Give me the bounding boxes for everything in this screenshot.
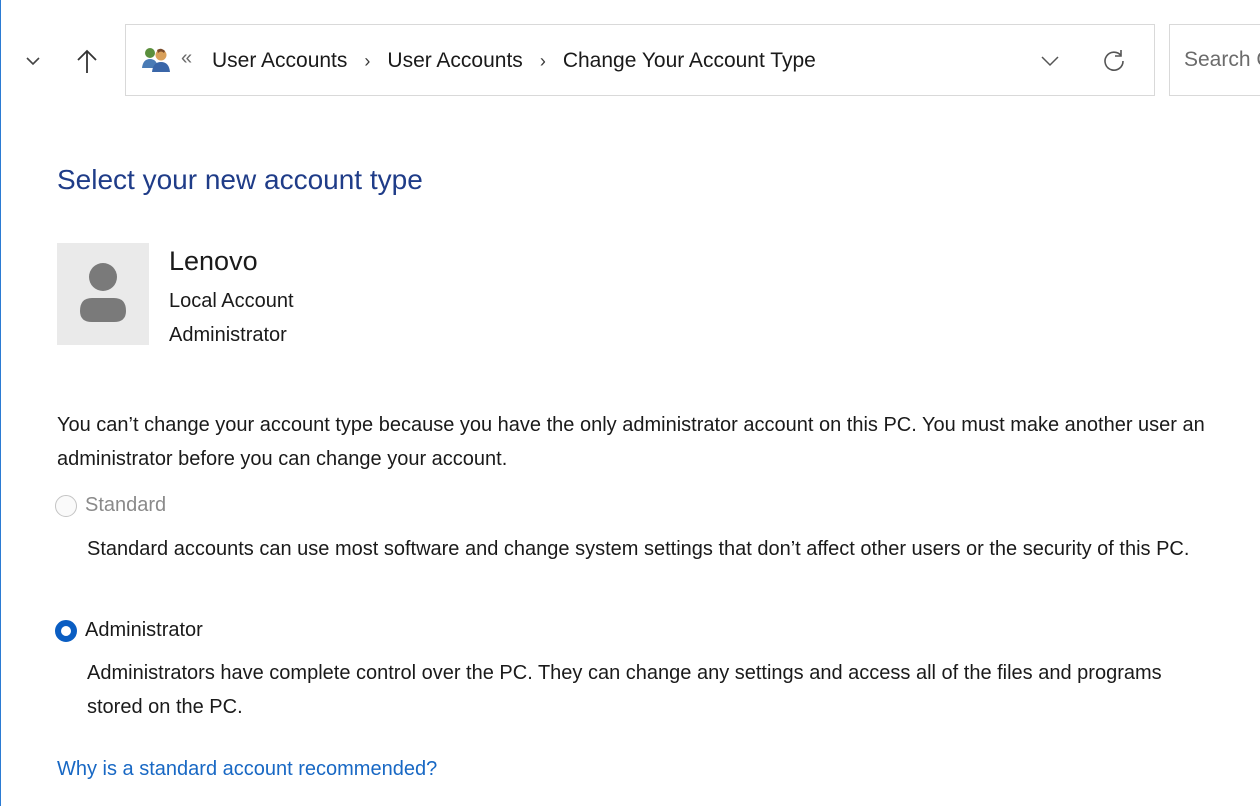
refresh-icon [1104, 50, 1124, 71]
breadcrumb-item-user-accounts-sub[interactable]: User Accounts [387, 49, 522, 73]
user-name: Lenovo [169, 246, 258, 276]
up-button[interactable] [67, 42, 107, 80]
user-account-type: Local Account [169, 290, 294, 312]
refresh-button[interactable] [1094, 41, 1134, 81]
standard-description: Standard accounts can use most software … [87, 538, 1190, 560]
user-accounts-icon [142, 48, 170, 72]
navigation-bar: « User Accounts › User Accounts › Change… [1, 0, 1260, 124]
breadcrumb-separator[interactable]: › [540, 51, 546, 72]
notice-text: You can’t change your account type becau… [57, 414, 1205, 470]
search-input[interactable] [1170, 25, 1260, 95]
search-box[interactable] [1169, 24, 1260, 96]
breadcrumb-item-user-accounts[interactable]: User Accounts [212, 49, 347, 73]
breadcrumb: User Accounts › User Accounts › Change Y… [212, 25, 816, 97]
radio-administrator-circle[interactable] [55, 619, 77, 642]
arrow-up-icon [77, 49, 97, 73]
breadcrumb-overflow[interactable]: « [181, 47, 192, 70]
chevron-down-icon [26, 57, 40, 66]
recent-locations-button[interactable] [15, 42, 51, 80]
page-title: Select your new account type [57, 164, 423, 195]
chevron-down-icon [1041, 56, 1059, 67]
breadcrumb-separator[interactable]: › [364, 51, 370, 72]
avatar [57, 243, 149, 345]
radio-administrator[interactable]: Administrator [55, 619, 203, 642]
standard-account-help-link[interactable]: Why is a standard account recommended? [57, 758, 437, 781]
administrator-description: Administrators have complete control ove… [87, 662, 1162, 718]
address-history-button[interactable] [1032, 41, 1068, 81]
user-avatar-icon [80, 263, 126, 322]
radio-standard-circle [55, 494, 77, 517]
radio-administrator-label[interactable]: Administrator [85, 619, 203, 642]
user-role: Administrator [169, 324, 287, 346]
radio-standard: Standard [55, 494, 166, 517]
radio-standard-label: Standard [85, 494, 167, 516]
control-panel-window: « User Accounts › User Accounts › Change… [0, 0, 1260, 806]
address-bar[interactable]: « User Accounts › User Accounts › Change… [125, 24, 1155, 96]
breadcrumb-item-change-account-type[interactable]: Change Your Account Type [563, 49, 816, 73]
